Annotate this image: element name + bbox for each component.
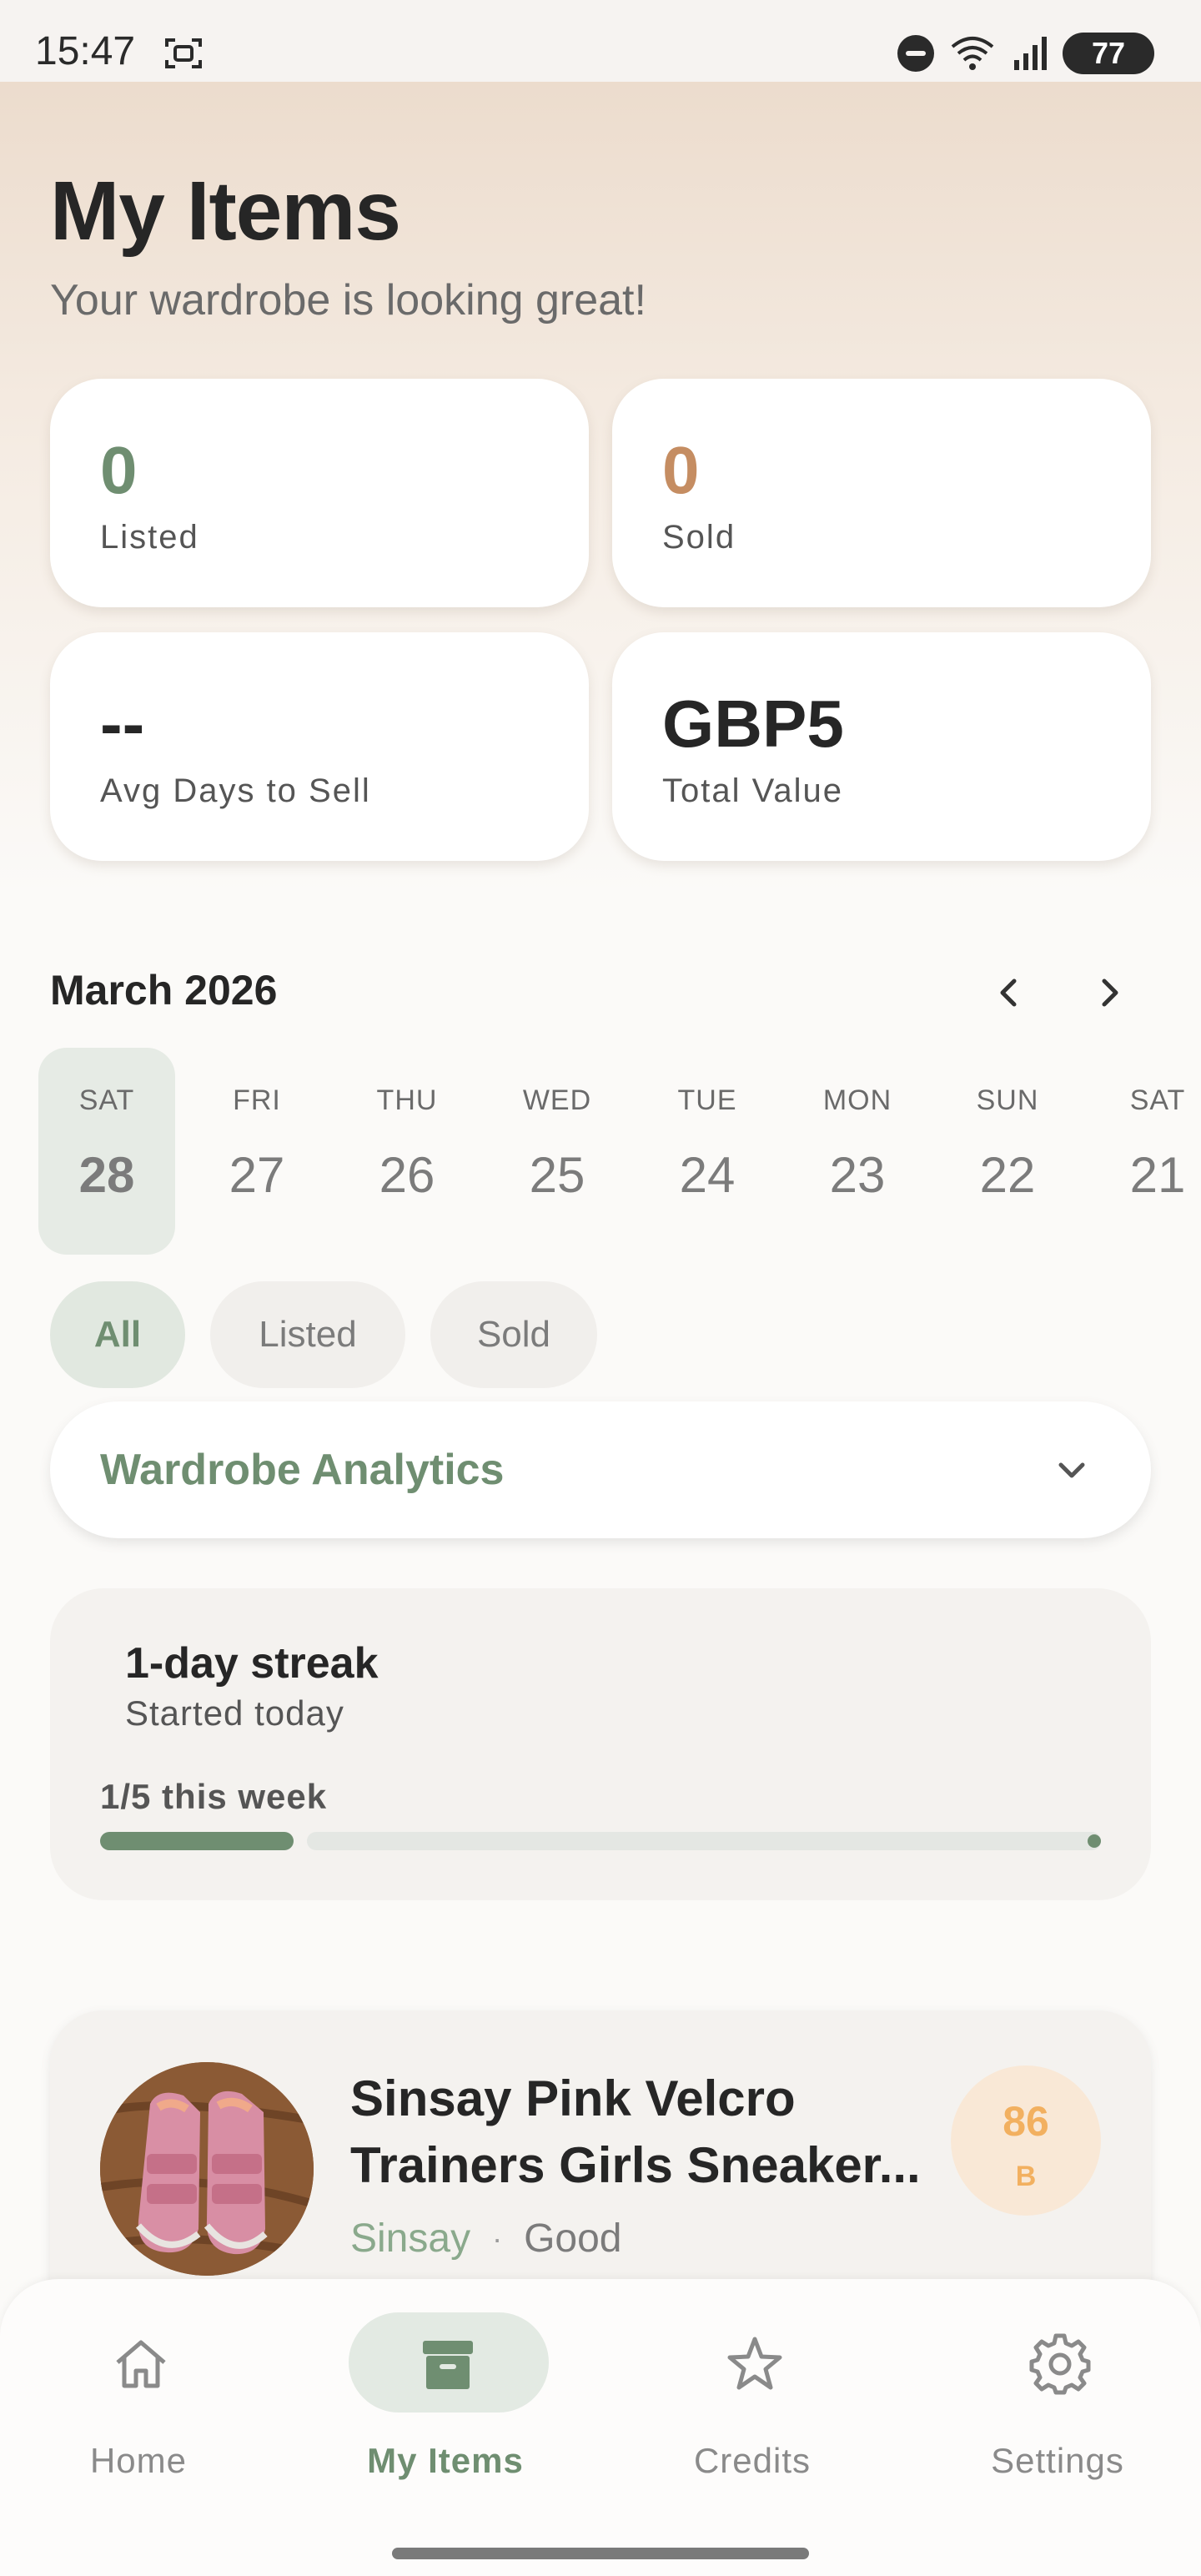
stat-card-sold[interactable]: 0 Sold: [612, 379, 1151, 607]
streak-progress-fill: [100, 1832, 294, 1850]
calendar-day[interactable]: MON 23: [789, 1048, 926, 1255]
item-score-badge: 86 B: [951, 2065, 1101, 2216]
day-number: 25: [529, 1147, 585, 1203]
analytics-label: Wardrobe Analytics: [100, 1446, 505, 1494]
archive-box-icon: [423, 2341, 473, 2389]
streak-card: 1-day streak Started today 1/5 this week: [50, 1588, 1151, 1900]
day-name: THU: [376, 1084, 438, 1116]
nav-label: Settings: [991, 2441, 1124, 2480]
day-number: 23: [829, 1147, 886, 1203]
page-subtitle: Your wardrobe is looking great!: [50, 276, 646, 325]
calendar-day[interactable]: SAT 21: [1089, 1048, 1201, 1255]
stat-card-total-value[interactable]: GBP5 Total Value: [612, 632, 1151, 861]
item-condition: Good: [524, 2216, 622, 2261]
filter-chip-listed[interactable]: Listed: [210, 1281, 405, 1388]
nav-item-settings[interactable]: Settings: [932, 2312, 1183, 2513]
day-number: 26: [379, 1147, 435, 1203]
meta-separator: ·: [492, 2221, 503, 2256]
calendar-day[interactable]: FRI 27: [188, 1048, 325, 1255]
calendar-month: March 2026: [50, 967, 278, 1014]
streak-progress-endpoint: [1088, 1834, 1101, 1848]
day-name: SAT: [78, 1084, 135, 1116]
chevron-right-icon[interactable]: [1084, 968, 1134, 1018]
star-icon: [727, 2337, 782, 2390]
page-title: My Items: [50, 164, 401, 258]
battery-indicator: 77: [1063, 33, 1154, 74]
item-photo: [100, 2062, 314, 2276]
bottom-navigation: Home My Items Credits Settings: [0, 2279, 1201, 2576]
day-number: 21: [1129, 1147, 1186, 1203]
day-name: MON: [822, 1084, 892, 1116]
stat-value: GBP5: [662, 687, 844, 761]
calendar-day[interactable]: TUE 24: [639, 1048, 776, 1255]
nav-item-my-items[interactable]: My Items: [320, 2312, 570, 2513]
home-icon: [116, 2340, 166, 2388]
day-name: SUN: [976, 1084, 1039, 1116]
nav-label: Credits: [693, 2441, 812, 2480]
stat-card-avg-days[interactable]: -- Avg Days to Sell: [50, 632, 589, 861]
gear-icon: [1029, 2333, 1091, 2395]
home-indicator[interactable]: [392, 2548, 809, 2559]
item-title-line: Sinsay Pink Velcro: [350, 2070, 796, 2126]
status-time: 15:47: [35, 29, 136, 73]
status-bar: 15:47 77: [0, 0, 1201, 82]
wifi-icon: [951, 37, 994, 70]
nav-item-home[interactable]: Home: [13, 2312, 264, 2513]
day-name: FRI: [233, 1084, 281, 1116]
day-number: 24: [679, 1147, 736, 1203]
item-grade: B: [1015, 2161, 1037, 2192]
sneakers-image: [100, 2062, 314, 2276]
item-title-line: Trainers Girls Sneaker...: [350, 2137, 921, 2193]
wardrobe-analytics-toggle[interactable]: Wardrobe Analytics: [50, 1401, 1151, 1538]
day-name: SAT: [1129, 1084, 1186, 1116]
streak-title: 1-day streak: [125, 1639, 379, 1688]
stat-label: Sold: [662, 519, 736, 556]
calendar-day[interactable]: THU 26: [339, 1048, 475, 1255]
day-number: 28: [78, 1147, 135, 1203]
streak-progress-bar: [100, 1832, 1101, 1850]
item-title: Sinsay Pink Velcro Trainers Girls Sneake…: [350, 2065, 951, 2199]
day-name: WED: [522, 1084, 592, 1116]
calendar-day[interactable]: WED 25: [489, 1048, 626, 1255]
item-brand: Sinsay: [350, 2216, 471, 2261]
streak-subtitle: Started today: [125, 1693, 344, 1733]
streak-week-progress: 1/5 this week: [100, 1777, 328, 1816]
chevron-down-icon: [1058, 1462, 1085, 1478]
item-meta: Sinsay · Good: [350, 2216, 622, 2262]
item-score: 86: [1003, 2098, 1049, 2145]
filter-chip-sold[interactable]: Sold: [430, 1281, 597, 1388]
streak-progress-remaining: [307, 1832, 1101, 1850]
nav-label: My Items: [367, 2441, 524, 2480]
day-number: 22: [979, 1147, 1036, 1203]
stat-card-listed[interactable]: 0 Listed: [50, 379, 589, 607]
calendar-day[interactable]: SUN 22: [939, 1048, 1076, 1255]
nav-item-credits[interactable]: Credits: [627, 2312, 877, 2513]
day-number: 27: [229, 1147, 285, 1203]
day-name: TUE: [677, 1084, 737, 1116]
signal-icon: [1014, 37, 1047, 70]
stat-label: Total Value: [662, 772, 843, 809]
stat-value: --: [100, 687, 145, 761]
screenshot-icon: [165, 38, 202, 68]
do-not-disturb-icon: [897, 35, 934, 72]
nav-label: Home: [89, 2441, 188, 2480]
filter-chip-all[interactable]: All: [50, 1281, 185, 1388]
stat-value: 0: [662, 433, 700, 507]
stat-label: Avg Days to Sell: [100, 772, 371, 809]
stat-value: 0: [100, 433, 138, 507]
calendar-day[interactable]: SAT 28: [38, 1048, 175, 1255]
chevron-left-icon[interactable]: [984, 968, 1034, 1018]
stat-label: Listed: [100, 519, 199, 556]
